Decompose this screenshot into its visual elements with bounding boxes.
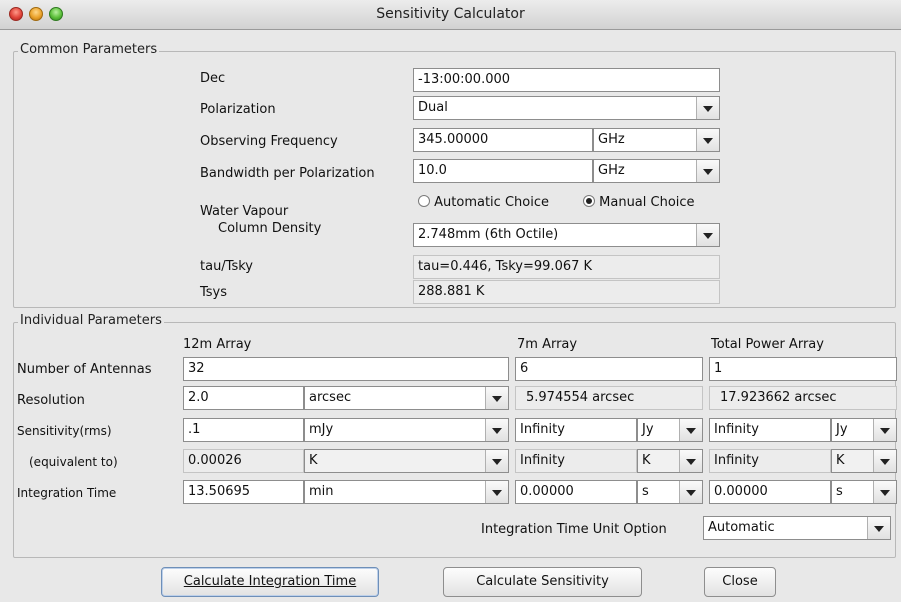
unit-option-value: Automatic: [708, 520, 775, 535]
equivalent-tp-value: Infinity: [709, 449, 831, 473]
manual-choice-label: Manual Choice: [599, 195, 695, 210]
time-7m-input[interactable]: 0.00000: [515, 480, 637, 504]
col-7m-header: 7m Array: [517, 337, 578, 352]
unit-option-select[interactable]: Automatic: [703, 516, 891, 540]
equivalent-label: (equivalent to): [29, 455, 118, 469]
chevron-down-icon[interactable]: [679, 450, 702, 472]
calculate-sensitivity-label: Calculate Sensitivity: [476, 574, 609, 589]
equivalent-7m-unit-select[interactable]: K: [637, 449, 703, 473]
bandwidth-unit-value: GHz: [598, 163, 625, 178]
equivalent-7m-value: Infinity: [515, 449, 637, 473]
tau-tsky-value: tau=0.446, Tsky=99.067 K: [413, 255, 720, 279]
equivalent-7m-unit-value: K: [642, 453, 651, 468]
tau-tsky-label: tau/Tsky: [200, 259, 254, 274]
calculate-integration-time-label: Calculate Integration Time: [183, 574, 357, 589]
bandwidth-label: Bandwidth per Polarization: [200, 166, 375, 181]
dec-input[interactable]: -13:00:00.000: [413, 68, 720, 92]
frequency-label: Observing Frequency: [200, 134, 338, 149]
equivalent-tp-unit-value: K: [836, 453, 845, 468]
chevron-down-icon[interactable]: [485, 481, 508, 503]
antennas-12m-input[interactable]: 32: [183, 357, 509, 381]
col-12m-header: 12m Array: [183, 337, 252, 352]
radio-on-icon[interactable]: [583, 195, 595, 207]
sensitivity-tp-unit-value: Jy: [836, 422, 848, 437]
chevron-down-icon[interactable]: [696, 129, 719, 151]
unit-option-label: Integration Time Unit Option: [481, 522, 667, 537]
sensitivity-tp-input[interactable]: Infinity: [709, 418, 831, 442]
radio-off-icon[interactable]: [418, 195, 430, 207]
sensitivity-label: Sensitivity(rms): [17, 424, 112, 438]
calculate-integration-time-button[interactable]: Calculate Integration Time: [161, 567, 379, 597]
automatic-choice-label: Automatic Choice: [434, 195, 549, 210]
chevron-down-icon[interactable]: [696, 160, 719, 182]
integration-time-label: Integration Time: [17, 486, 117, 500]
chevron-down-icon[interactable]: [873, 481, 896, 503]
antennas-label: Number of Antennas: [17, 362, 152, 377]
window-title: Sensitivity Calculator: [376, 6, 525, 22]
water-vapour-value: 2.748mm (6th Octile): [418, 227, 559, 242]
chevron-down-icon[interactable]: [485, 419, 508, 441]
chevron-down-icon[interactable]: [873, 450, 896, 472]
chevron-down-icon[interactable]: [679, 481, 702, 503]
frequency-input[interactable]: 345.00000: [413, 128, 593, 152]
time-12m-input[interactable]: 13.50695: [183, 480, 304, 504]
chevron-down-icon[interactable]: [867, 517, 890, 539]
tsys-label: Tsys: [200, 285, 228, 300]
polarization-value: Dual: [418, 100, 448, 115]
frequency-unit-value: GHz: [598, 132, 625, 147]
sensitivity-7m-input[interactable]: Infinity: [515, 418, 637, 442]
antennas-7m-input[interactable]: 6: [515, 357, 703, 381]
chevron-down-icon[interactable]: [679, 419, 702, 441]
tsys-value: 288.881 K: [413, 280, 720, 304]
manual-choice-radio[interactable]: Manual Choice: [583, 195, 695, 210]
chevron-down-icon[interactable]: [873, 419, 896, 441]
close-button[interactable]: Close: [704, 567, 776, 597]
time-7m-unit-select[interactable]: s: [637, 480, 703, 504]
resolution-label: Resolution: [17, 393, 85, 408]
common-parameters-legend: Common Parameters: [18, 42, 160, 57]
time-tp-unit-select[interactable]: s: [831, 480, 897, 504]
sensitivity-tp-unit-select[interactable]: Jy: [831, 418, 897, 442]
time-7m-unit-value: s: [642, 484, 649, 499]
sensitivity-7m-unit-select[interactable]: Jy: [637, 418, 703, 442]
column-density-label: Column Density: [218, 221, 322, 236]
frequency-unit-select[interactable]: GHz: [593, 128, 720, 152]
sensitivity-7m-unit-value: Jy: [642, 422, 654, 437]
equivalent-12m-unit-value: K: [309, 453, 318, 468]
calculate-sensitivity-button[interactable]: Calculate Sensitivity: [443, 567, 642, 597]
polarization-select[interactable]: Dual: [413, 96, 720, 120]
equivalent-12m-unit-select[interactable]: K: [304, 449, 509, 473]
polarization-label: Polarization: [200, 102, 276, 117]
resolution-tp-value: 17.923662 arcsec: [709, 386, 897, 410]
time-tp-input[interactable]: 0.00000: [709, 480, 831, 504]
equivalent-tp-unit-select[interactable]: K: [831, 449, 897, 473]
dec-label: Dec: [200, 71, 226, 86]
water-vapour-select[interactable]: 2.748mm (6th Octile): [413, 223, 720, 247]
chevron-down-icon[interactable]: [696, 224, 719, 246]
chevron-down-icon[interactable]: [696, 97, 719, 119]
col-tp-header: Total Power Array: [711, 337, 824, 352]
equivalent-12m-value: 0.00026: [183, 449, 304, 473]
resolution-12m-unit-select[interactable]: arcsec: [304, 386, 509, 410]
automatic-choice-radio[interactable]: Automatic Choice: [418, 195, 549, 210]
individual-parameters-legend: Individual Parameters: [18, 313, 164, 328]
sensitivity-12m-unit-value: mJy: [309, 422, 334, 437]
water-vapour-label: Water Vapour: [200, 204, 289, 219]
antennas-tp-input[interactable]: 1: [709, 357, 897, 381]
time-12m-unit-select[interactable]: min: [304, 480, 509, 504]
resolution-12m-input[interactable]: 2.0: [183, 386, 304, 410]
sensitivity-12m-unit-select[interactable]: mJy: [304, 418, 509, 442]
bandwidth-unit-select[interactable]: GHz: [593, 159, 720, 183]
resolution-7m-value: 5.974554 arcsec: [515, 386, 703, 410]
chevron-down-icon[interactable]: [485, 450, 508, 472]
sensitivity-12m-input[interactable]: .1: [183, 418, 304, 442]
bandwidth-input[interactable]: 10.0: [413, 159, 593, 183]
chevron-down-icon[interactable]: [485, 387, 508, 409]
resolution-12m-unit-value: arcsec: [309, 390, 352, 405]
time-tp-unit-value: s: [836, 484, 843, 499]
close-label: Close: [722, 574, 758, 589]
time-12m-unit-value: min: [309, 484, 334, 499]
